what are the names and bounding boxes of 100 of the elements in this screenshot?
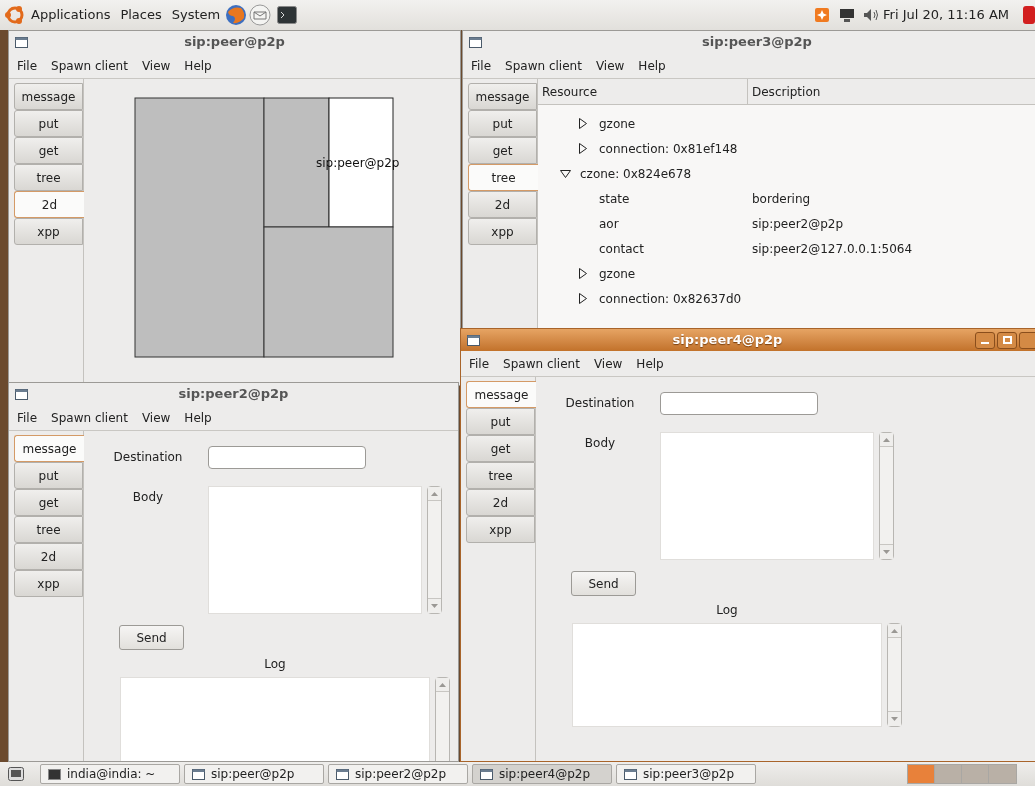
scroll-down-icon[interactable] (891, 717, 898, 721)
expand-triangle-icon[interactable] (579, 293, 587, 304)
window-icon (469, 36, 482, 48)
side-tab[interactable]: 2d (14, 191, 84, 218)
show-desktop-icon[interactable] (8, 767, 24, 781)
taskbar-button[interactable]: sip:peer3@p2p (616, 764, 756, 784)
menu-item[interactable]: File (13, 408, 42, 427)
tree-cell-text: bordering (751, 190, 811, 208)
window-icon (624, 768, 637, 780)
side-tab[interactable]: tree (14, 164, 83, 191)
menu-item[interactable]: File (465, 354, 494, 373)
menu-item[interactable]: View (591, 56, 629, 75)
body-label: Body (131, 489, 165, 506)
side-tab[interactable]: put (14, 462, 83, 489)
expand-triangle-icon[interactable] (579, 118, 587, 129)
column-header[interactable]: Resource (538, 79, 748, 104)
side-tab[interactable]: put (14, 110, 83, 137)
maximize-button[interactable] (997, 331, 1017, 349)
destination-field[interactable] (208, 445, 366, 469)
menu-item[interactable]: View (589, 354, 627, 373)
panel-menu[interactable]: Applications (26, 5, 116, 25)
vertical-scrollbar[interactable] (435, 677, 450, 761)
menu-item[interactable]: Spawn client (47, 408, 132, 427)
globe-icon[interactable] (225, 4, 248, 26)
close-button[interactable] (1019, 331, 1035, 349)
side-tab[interactable]: message (466, 381, 536, 408)
side-tab[interactable]: get (14, 137, 83, 164)
column-header[interactable]: Description (748, 79, 1035, 104)
collapse-triangle-icon[interactable] (560, 169, 571, 178)
vertical-scrollbar[interactable] (879, 432, 894, 560)
side-tab[interactable]: 2d (468, 191, 537, 218)
window-icon (480, 768, 493, 780)
side-tab[interactable]: 2d (14, 543, 83, 570)
scroll-up-icon[interactable] (431, 491, 438, 496)
side-tab[interactable]: message (468, 83, 537, 110)
destination-field[interactable] (660, 391, 818, 415)
send-button[interactable]: Send (571, 571, 636, 596)
expand-triangle-icon[interactable] (579, 268, 587, 279)
vertical-scrollbar[interactable] (427, 486, 442, 614)
taskbar-button[interactable]: sip:peer@p2p (184, 764, 324, 784)
taskbar-button[interactable]: sip:peer4@p2p (472, 764, 612, 784)
window-icon (15, 388, 28, 400)
body-field[interactable] (208, 486, 422, 614)
taskbar-button[interactable]: sip:peer2@p2p (328, 764, 468, 784)
terminal-icon[interactable] (277, 6, 298, 24)
expand-triangle-icon[interactable] (579, 143, 587, 154)
side-tab[interactable]: message (14, 435, 84, 462)
side-tab[interactable]: xpp (468, 218, 537, 245)
menu-item[interactable]: Help (180, 408, 216, 427)
window-icon (336, 768, 349, 780)
tree-cell-text: state (599, 190, 630, 208)
menu-item[interactable]: View (137, 408, 175, 427)
log-label: Log (263, 656, 287, 673)
side-tab[interactable]: get (466, 435, 535, 462)
scroll-up-icon[interactable] (439, 682, 446, 687)
minimize-button[interactable] (975, 331, 995, 349)
log-label: Log (715, 602, 739, 619)
body-field[interactable] (660, 432, 874, 560)
update-icon[interactable] (815, 8, 830, 22)
menu-item[interactable]: Spawn client (501, 56, 586, 75)
scroll-up-icon[interactable] (883, 437, 890, 442)
side-tab[interactable]: xpp (466, 516, 535, 543)
menu-item[interactable]: Spawn client (499, 354, 584, 373)
panel-menu[interactable]: Places (115, 5, 167, 25)
menu-item[interactable]: Help (632, 354, 668, 373)
side-tab[interactable]: xpp (14, 218, 83, 245)
scroll-down-icon[interactable] (431, 604, 438, 608)
side-tab[interactable]: put (466, 408, 535, 435)
menu-item[interactable]: File (13, 56, 42, 75)
destination-label: Destination (564, 395, 636, 412)
menu-item[interactable]: Help (634, 56, 670, 75)
ubuntu-logo-icon[interactable] (4, 4, 26, 26)
side-tab[interactable]: put (468, 110, 537, 137)
side-tab[interactable]: get (14, 489, 83, 516)
scroll-down-icon[interactable] (883, 550, 890, 554)
tree-cell-text: czone: 0x824e678 (580, 165, 691, 183)
side-tab[interactable]: tree (468, 164, 538, 191)
monitor-icon[interactable] (839, 7, 856, 23)
panel-menu[interactable]: System (166, 5, 226, 25)
side-tab[interactable]: 2d (466, 489, 535, 516)
side-tab[interactable]: xpp (14, 570, 83, 597)
log-field[interactable] (120, 677, 430, 761)
taskbar-button[interactable]: india@india: ~ (40, 764, 180, 784)
menu-item[interactable]: Spawn client (47, 56, 132, 75)
log-field[interactable] (572, 623, 882, 727)
side-tab[interactable]: tree (14, 516, 83, 543)
menu-item[interactable]: File (467, 56, 496, 75)
destination-label: Destination (112, 449, 184, 466)
send-button[interactable]: Send (119, 625, 184, 650)
scroll-up-icon[interactable] (891, 628, 898, 633)
side-tab[interactable]: get (468, 137, 537, 164)
tree-cell-text: gzone (599, 115, 636, 133)
side-tab[interactable]: message (14, 83, 83, 110)
side-tab[interactable]: tree (466, 462, 535, 489)
workspace-switcher[interactable] (907, 764, 1017, 784)
mail-icon[interactable] (249, 4, 272, 26)
vertical-scrollbar[interactable] (887, 623, 902, 727)
menu-item[interactable]: View (137, 56, 175, 75)
menu-item[interactable]: Help (180, 56, 216, 75)
clock[interactable]: Fri Jul 20, 11:16 AM (883, 5, 1009, 25)
